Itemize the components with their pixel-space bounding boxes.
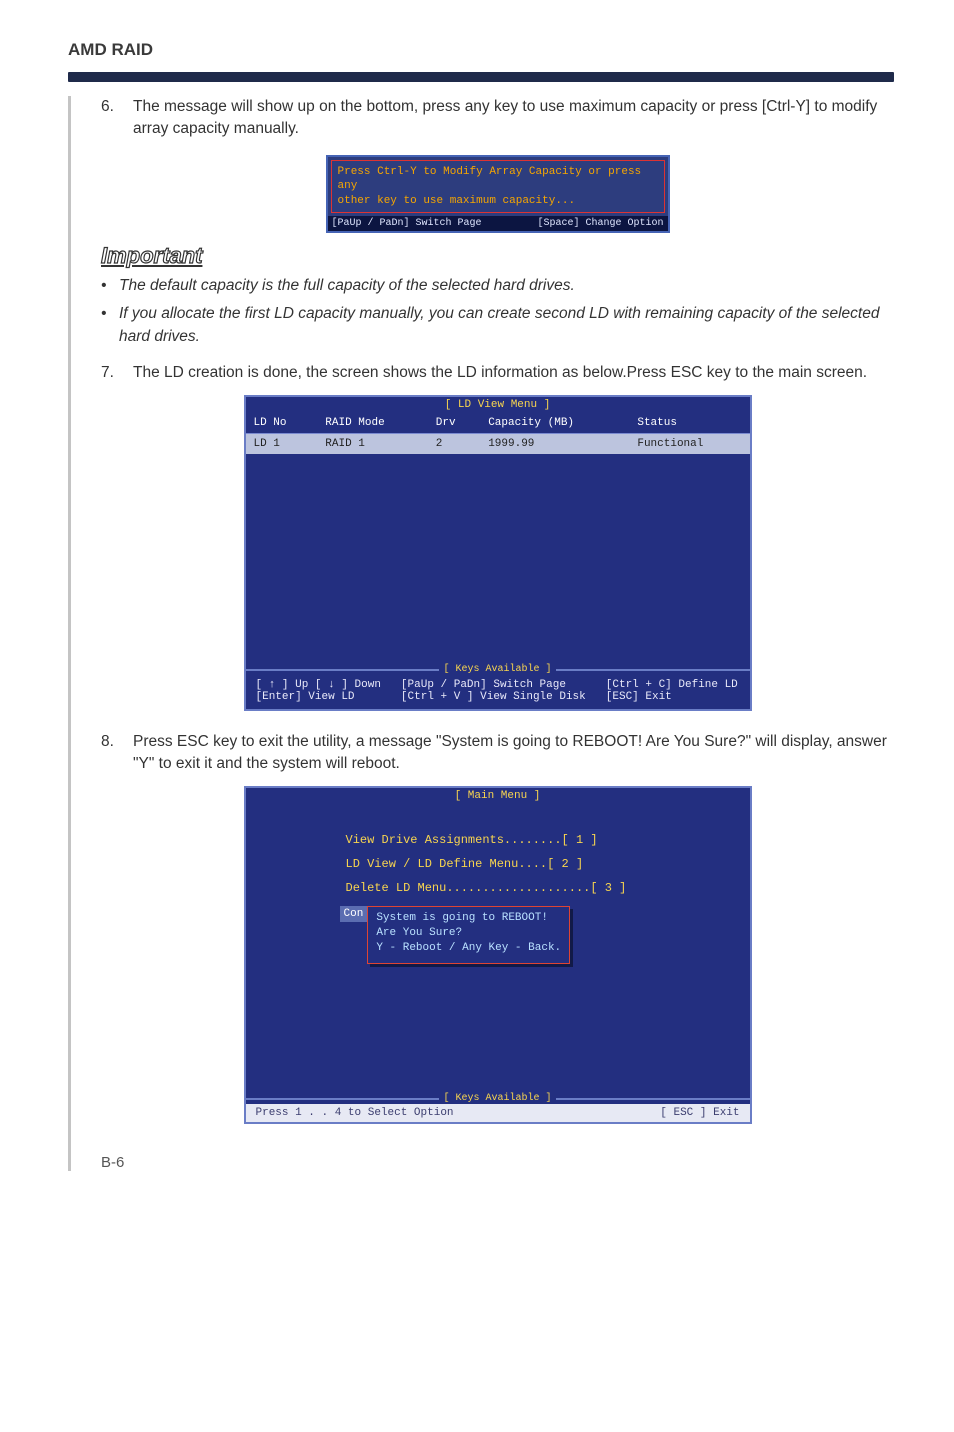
step-6-text: The message will show up on the bottom, … bbox=[133, 96, 894, 141]
step-8-number: 8. bbox=[101, 731, 133, 776]
dialog-footer-left: [PaUp / PaDn] Switch Page bbox=[332, 218, 482, 229]
main-footer-left: Press 1 . . 4 to Select Option bbox=[256, 1107, 454, 1119]
ld-view-table: LD No RAID Mode Drv Capacity (MB) Status… bbox=[246, 413, 750, 455]
cell-status: Functional bbox=[629, 433, 749, 454]
ld-view-menu-panel: [ LD View Menu ] LD No RAID Mode Drv Cap… bbox=[244, 395, 752, 711]
keys-available-title: [ Keys Available ] bbox=[439, 664, 555, 675]
step-7-text: The LD creation is done, the screen show… bbox=[133, 362, 894, 384]
col-capacity: Capacity (MB) bbox=[480, 413, 629, 434]
reboot-line-2: Are You Sure? bbox=[376, 926, 561, 941]
key-esc: [ESC] Exit bbox=[606, 691, 738, 703]
step-8: 8. Press ESC key to exit the utility, a … bbox=[101, 731, 894, 776]
important-bullet-2: If you allocate the first LD capacity ma… bbox=[101, 303, 894, 348]
dialog-line-1: Press Ctrl-Y to Modify Array Capacity or… bbox=[338, 165, 658, 194]
page-title: AMD RAID bbox=[68, 40, 894, 64]
important-bullets: The default capacity is the full capacit… bbox=[101, 275, 894, 348]
main-item-1: View Drive Assignments........[ 1 ] bbox=[346, 828, 750, 852]
main-menu-panel: [ Main Menu ] View Drive Assignments....… bbox=[244, 786, 752, 1124]
keys-available-box: [ Keys Available ] [ ↑ ] Up [ ↓ ] Down [… bbox=[246, 669, 750, 709]
table-row: LD 1 RAID 1 2 1999.99 Functional bbox=[246, 433, 750, 454]
important-bullet-1: The default capacity is the full capacit… bbox=[101, 275, 894, 297]
ld-view-empty-area bbox=[246, 455, 750, 665]
dialog-line-2: other key to use maximum capacity... bbox=[338, 194, 658, 208]
key-updown: [ ↑ ] Up [ ↓ ] Down bbox=[256, 679, 381, 691]
col-drv: Drv bbox=[428, 413, 480, 434]
main-item-3: Delete LD Menu....................[ 3 ] bbox=[346, 876, 750, 900]
cell-ldno: LD 1 bbox=[246, 433, 318, 454]
key-ctrl-v: [Ctrl + V ] View Single Disk bbox=[401, 691, 586, 703]
col-status: Status bbox=[629, 413, 749, 434]
main-keys-title: [ Keys Available ] bbox=[439, 1093, 555, 1104]
important-heading: Important bbox=[101, 243, 894, 269]
reboot-line-1: System is going to REBOOT! bbox=[376, 911, 561, 926]
main-footer-right: [ ESC ] Exit bbox=[660, 1107, 739, 1119]
col-raidmode: RAID Mode bbox=[317, 413, 427, 434]
reboot-con-label: Con bbox=[340, 906, 368, 922]
key-paup-padn: [PaUp / PaDn] Switch Page bbox=[401, 679, 586, 691]
step-6-number: 6. bbox=[101, 96, 133, 141]
step-8-text: Press ESC key to exit the utility, a mes… bbox=[133, 731, 894, 776]
content-column: 6. The message will show up on the botto… bbox=[68, 96, 894, 1171]
main-item-2: LD View / LD Define Menu....[ 2 ] bbox=[346, 852, 750, 876]
col-ldno: LD No bbox=[246, 413, 318, 434]
step-7: 7. The LD creation is done, the screen s… bbox=[101, 362, 894, 384]
cell-raidmode: RAID 1 bbox=[317, 433, 427, 454]
page-number: B-6 bbox=[101, 1154, 894, 1171]
key-ctrl-c: [Ctrl + C] Define LD bbox=[606, 679, 738, 691]
step-7-number: 7. bbox=[101, 362, 133, 384]
cell-capacity: 1999.99 bbox=[480, 433, 629, 454]
main-menu-title: [ Main Menu ] bbox=[246, 788, 750, 804]
ld-view-title: [ LD View Menu ] bbox=[246, 397, 750, 413]
cell-drv: 2 bbox=[428, 433, 480, 454]
reboot-line-3: Y - Reboot / Any Key - Back. bbox=[376, 941, 561, 956]
modify-capacity-dialog: Press Ctrl-Y to Modify Array Capacity or… bbox=[326, 155, 670, 233]
step-6: 6. The message will show up on the botto… bbox=[101, 96, 894, 141]
dialog-footer-right: [Space] Change Option bbox=[537, 218, 663, 229]
key-enter-viewld: [Enter] View LD bbox=[256, 691, 381, 703]
header-divider bbox=[68, 72, 894, 82]
reboot-confirm-dialog: Con System is going to REBOOT! Are You S… bbox=[340, 906, 750, 964]
